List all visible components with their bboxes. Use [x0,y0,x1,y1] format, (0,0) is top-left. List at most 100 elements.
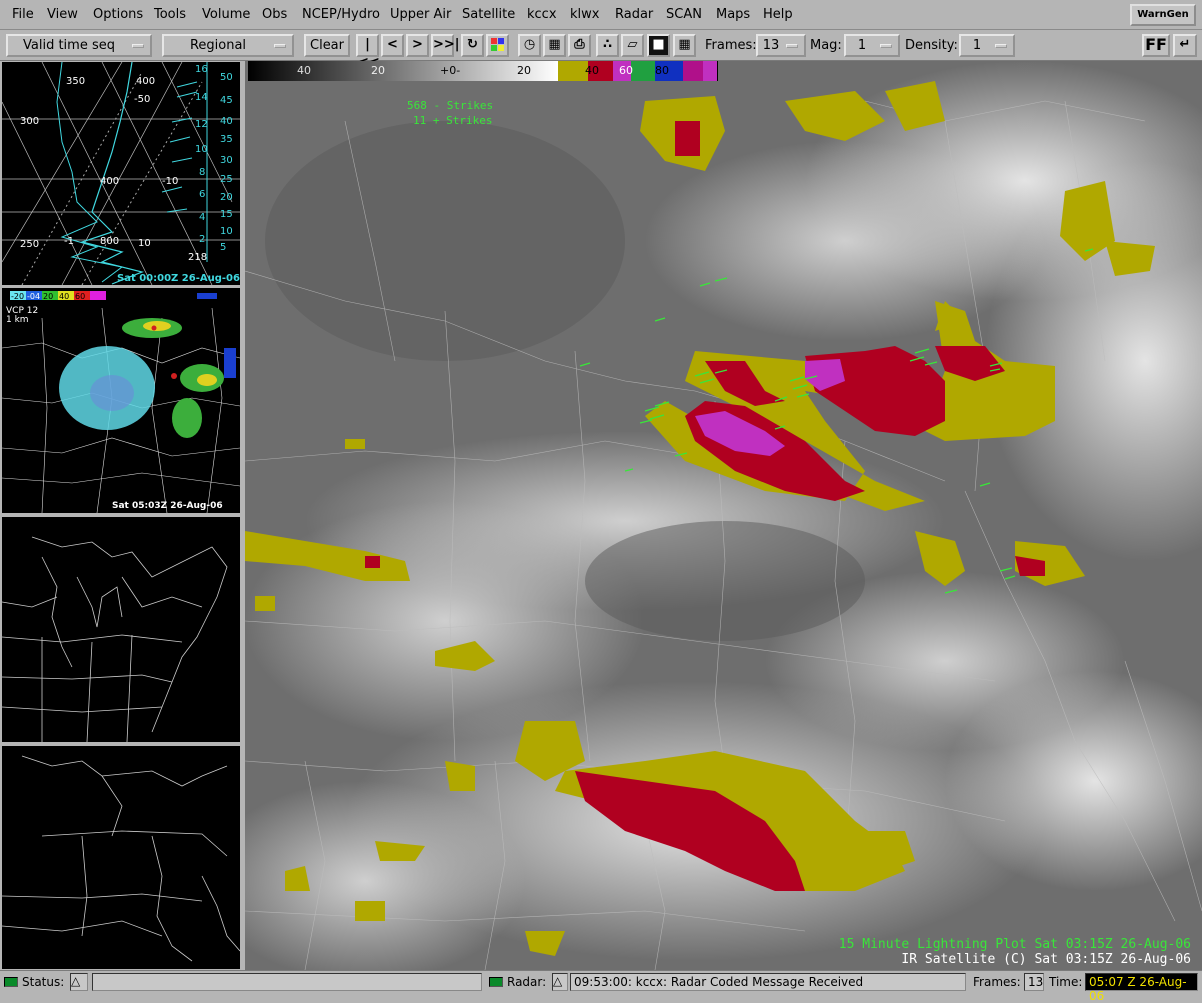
menu-help[interactable]: Help [763,7,793,22]
menu-upper-air[interactable]: Upper Air [390,7,451,22]
colorbar-label-20b: 20 [517,64,531,77]
clock-loop-icon[interactable]: ◷ [518,34,541,57]
menu-scan[interactable]: SCAN [666,7,702,22]
first-frame-icon[interactable]: |<< [356,34,380,70]
time-mode-dropdown[interactable]: Valid time seq [6,34,152,57]
local-map-pane[interactable] [2,746,240,969]
status-led-icon [4,977,18,987]
skewt-kft-30: 30 [220,155,233,166]
image-properties-icon[interactable] [486,34,509,57]
radar-message: 09:53:00: kccx: Radar Coded Message Rece… [570,973,966,991]
status-bar: Status: △ Radar: △ 09:53:00: kccx: Radar… [0,970,1202,1003]
menu-maps[interactable]: Maps [716,7,750,22]
radar-scale-neg20: -20 [11,292,24,301]
colorbar: 40 20 +0- 20 40 60 80 [248,61,718,81]
colorbar-label-60: 60 [619,64,633,77]
frames-dropdown[interactable]: 13 [756,34,806,57]
regional-map-outline [2,536,228,742]
side-panes: 300 400 -50 800 250 350 400 218 10 -10 -… [0,61,243,970]
frames-status-value: 13 [1024,973,1044,991]
menu-file[interactable]: File [12,7,34,22]
skewt-label-350: 350 [66,76,85,87]
last-frame-icon[interactable]: >>| [431,34,460,57]
radar-pane[interactable]: -20 -04 20 40 60 VCP 12 1 km Sat 05:03Z … [2,288,240,513]
dropdown-indicator-icon [132,44,144,48]
menu-radar[interactable]: Radar [615,7,653,22]
radar-scale-40: 40 [59,292,69,301]
baseline-icon[interactable]: ▱ [621,34,644,57]
skewt-km-12: 12 [195,119,208,130]
color-grid-glyph [491,38,504,51]
skewt-label-400b: 400 [136,76,155,87]
colorbar-label-zero: +0- [440,64,460,77]
skewt-time: Sat 00:00Z 26-Aug-06 [117,273,240,284]
time-mode-label: Valid time seq [23,38,115,53]
menu-volume[interactable]: Volume [202,7,250,22]
skewt-km-14: 14 [195,92,208,103]
points-icon[interactable]: ∴ [596,34,619,57]
skewt-kft-35: 35 [220,134,233,145]
time-status-value: 05:07 Z 26-Aug-06 [1085,973,1198,1003]
ir-satellite-image: 40 20 +0- 20 40 60 80 568 - Strikes 11 +… [245,61,1202,970]
skewt-kft-5: 5 [220,242,226,253]
skewt-label-10: 10 [138,238,151,249]
density-value: 1 [972,38,982,53]
status-expand-icon[interactable]: △ [70,973,88,991]
local-map-outline [2,755,240,962]
status-message-field [92,973,482,991]
single-panel-icon[interactable]: ■ [647,34,670,57]
dropdown-indicator-icon [274,44,286,48]
menu-ncep-hydro[interactable]: NCEP/Hydro [302,7,380,22]
scale-dropdown[interactable]: Regional [162,34,294,57]
frames-label: Frames: [705,38,757,53]
colorbar-label-80: 80 [655,64,669,77]
menu-bar: File View Options Tools Volume Obs NCEP/… [0,0,1202,30]
menu-kccx[interactable]: kccx [527,7,557,22]
skewt-label-300: 300 [20,116,39,127]
toolbar: Valid time seq Regional Clear |<< < > >>… [0,30,1202,70]
dropdown-indicator-icon [995,44,1007,48]
skewt-label-400: 400 [100,176,119,187]
skewt-km-8: 8 [199,167,205,178]
dropdown-indicator-icon [880,44,892,48]
skewt-kft-10: 10 [220,226,233,237]
mag-value: 1 [857,38,867,53]
menu-tools[interactable]: Tools [154,7,186,22]
time-status-label: Time: [1049,975,1083,989]
mag-label: Mag: [810,38,842,53]
mag-dropdown[interactable]: 1 [844,34,900,57]
legend-ir-satellite: IR Satellite (C) Sat 03:15Z 26-Aug-06 [901,952,1191,967]
skewt-label-218: 218 [188,252,207,263]
step-forward-icon[interactable]: > [406,34,429,57]
skewt-label-neg10: -10 [162,176,178,187]
colorbar-label-40a: 40 [297,64,311,77]
skewt-pane[interactable]: 300 400 -50 800 250 350 400 218 10 -10 -… [2,62,240,285]
step-back-icon[interactable]: < [381,34,404,57]
menu-klwx[interactable]: klwx [570,7,599,22]
skewt-kft-40: 40 [220,116,233,127]
loop-icon[interactable]: ↻ [461,34,484,57]
menu-obs[interactable]: Obs [262,7,287,22]
status-label: Status: [22,975,65,989]
frames-value: 13 [762,38,780,53]
density-dropdown[interactable]: 1 [959,34,1015,57]
main-satellite-display[interactable]: 40 20 +0- 20 40 60 80 568 - Strikes 11 +… [245,61,1202,970]
display-properties-icon[interactable]: ▦ [543,34,566,57]
regional-map-pane[interactable] [2,517,240,742]
lightning-strikes-negative: 568 - Strikes [407,99,493,112]
skewt-km-10: 10 [195,144,208,155]
radar-scale-20: 20 [43,292,53,301]
toggle-panel-icon[interactable]: ↵ [1173,34,1197,57]
skewt-label-neg1: -1 [64,236,74,247]
fast-forward-button[interactable]: FF [1142,34,1170,57]
warngen-button[interactable]: WarnGen [1130,4,1196,26]
skewt-km-6: 6 [199,189,205,200]
menu-options[interactable]: Options [93,7,143,22]
menu-view[interactable]: View [47,7,78,22]
four-panel-icon[interactable]: ▦ [673,34,696,57]
clear-button[interactable]: Clear [304,34,350,57]
menu-satellite[interactable]: Satellite [462,7,515,22]
print-icon[interactable]: ⎙ [568,34,591,57]
radar-expand-icon[interactable]: △ [552,973,568,991]
legend-lightning: 15 Minute Lightning Plot Sat 03:15Z 26-A… [839,937,1191,952]
